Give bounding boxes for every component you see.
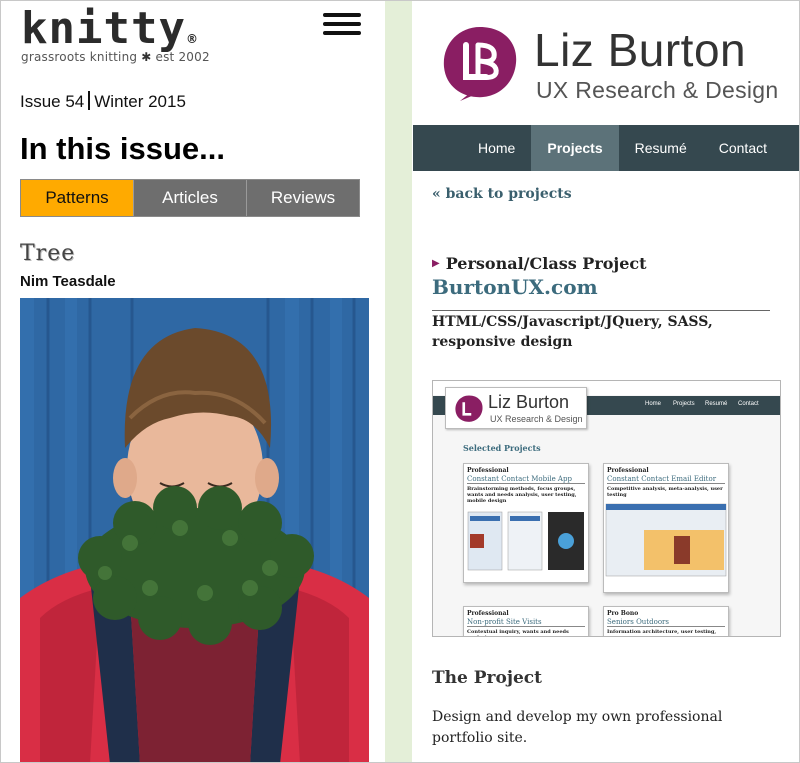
title-divider — [432, 310, 770, 311]
asterisk-icon: ✱ — [141, 50, 152, 64]
screenshot-card: Professional Constant Contact Mobile App… — [463, 463, 589, 583]
portfolio-page: Liz Burton UX Research & Design Home Pro… — [412, 1, 799, 762]
screenshot-section-title: Selected Projects — [463, 443, 541, 453]
site-subtitle: UX Research & Design — [536, 77, 779, 103]
tab-reviews[interactable]: Reviews — [246, 180, 359, 216]
hamburger-menu-icon[interactable] — [323, 13, 361, 35]
pattern-title[interactable]: Tree — [20, 241, 75, 266]
registered-mark: ® — [185, 32, 199, 46]
issue-separator — [88, 91, 91, 110]
section-heading: The Project — [432, 668, 542, 688]
project-kicker: ▶ Personal/Class Project — [432, 254, 647, 273]
nav-resume[interactable]: Resumé — [619, 125, 703, 171]
nav-projects[interactable]: Projects — [531, 125, 619, 171]
issue-season: Winter 2015 — [94, 92, 186, 111]
tab-patterns[interactable]: Patterns — [21, 180, 133, 216]
lb-small-logo-icon — [455, 395, 483, 422]
lb-logo-mark-icon[interactable] — [440, 23, 520, 108]
knitty-page: knitty® grassroots knitting ✱ est 2002 I… — [1, 1, 385, 762]
knitty-logo-word: knitty — [21, 3, 186, 54]
screenshot-card: Professional Non-profit Site Visits Cont… — [463, 606, 589, 636]
tab-articles[interactable]: Articles — [133, 180, 246, 216]
knitty-tagline: grassroots knitting ✱ est 2002 — [21, 50, 210, 64]
page-heading: In this issue... — [20, 131, 225, 166]
main-nav: Home Projects Resumé Contact — [413, 125, 799, 171]
site-name[interactable]: Liz Burton — [534, 27, 746, 73]
pattern-photo[interactable] — [20, 298, 369, 762]
issue-number: Issue 54 — [20, 92, 85, 111]
knitty-logo[interactable]: knitty® grassroots knitting ✱ est 2002 — [21, 3, 210, 65]
screenshot-card: Pro Bono Seniors Outdoors Information ar… — [603, 606, 729, 636]
project-screenshot[interactable]: Home Projects Resumé Contact Liz Burton … — [432, 380, 781, 637]
email-editor-image — [605, 503, 727, 577]
phone-mockups-image — [467, 511, 584, 571]
nav-contact[interactable]: Contact — [703, 125, 783, 171]
screenshot-logo: Liz Burton UX Research & Design — [445, 387, 587, 429]
panel-divider — [385, 1, 412, 762]
project-title: BurtonUX.com — [432, 275, 598, 299]
section-tabs: Patterns Articles Reviews — [20, 179, 360, 217]
issue-line: Issue 54 Winter 2015 — [20, 91, 186, 112]
child-in-green-cowl-image — [20, 298, 369, 762]
project-tech: HTML/CSS/Javascript/JQuery, SASS, respon… — [432, 314, 713, 350]
back-to-projects-link[interactable]: « back to projects — [432, 186, 572, 202]
project-description: Design and develop my own professional p… — [432, 709, 723, 746]
nav-home[interactable]: Home — [462, 125, 531, 171]
triangle-bullet-icon: ▶ — [432, 258, 440, 269]
screenshot-card: Professional Constant Contact Email Edit… — [603, 463, 729, 593]
pattern-author: Nim Teasdale — [20, 273, 116, 290]
